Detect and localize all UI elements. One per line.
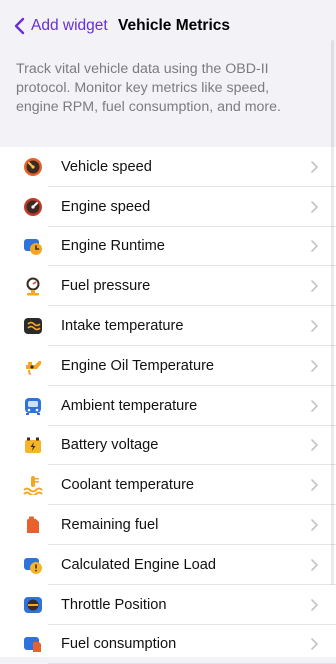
list-item[interactable]: Vehicle speed — [0, 147, 336, 187]
list-item-label: Fuel consumption — [61, 636, 177, 653]
back-button[interactable]: Add widget — [14, 14, 108, 38]
speedometer-icon — [23, 157, 43, 177]
car-thermometer-icon — [23, 396, 43, 416]
coolant-icon — [23, 475, 43, 496]
list-item-label: Fuel pressure — [61, 278, 151, 295]
list-item-label: Coolant temperature — [61, 477, 195, 494]
battery-icon — [23, 435, 43, 455]
chevron-left-icon — [14, 17, 25, 35]
list-item[interactable]: Throttle Position — [0, 585, 336, 625]
chevron-right-icon — [311, 320, 318, 332]
oil-can-icon — [23, 356, 43, 376]
list-item[interactable]: Ambient temperature — [0, 386, 336, 426]
chevron-right-icon — [311, 200, 318, 213]
list-item-label: Battery voltage — [61, 437, 159, 454]
list-item-label: Remaining fuel — [61, 517, 159, 534]
pressure-gauge-icon — [23, 276, 43, 296]
chevron-right-icon — [311, 360, 318, 372]
intake-air-icon — [23, 316, 43, 336]
list-item-label: Vehicle speed — [61, 158, 152, 175]
list-item-label: Throttle Position — [61, 596, 167, 613]
description-text: Track vital vehicle data using the OBD-I… — [16, 61, 281, 115]
chevron-right-icon — [311, 598, 318, 611]
list-item-label: Engine speed — [61, 198, 151, 215]
list-item-label: Ambient temperature — [61, 397, 198, 414]
list-item[interactable]: Calculated Engine Load — [0, 545, 336, 585]
engine-warning-icon — [23, 555, 43, 575]
chevron-right-icon — [311, 559, 318, 571]
list-item-label: Engine Runtime — [61, 238, 165, 255]
list-item[interactable]: Remaining fuel — [0, 505, 336, 545]
chevron-right-icon — [311, 399, 318, 412]
list-item-label: Intake temperature — [61, 318, 184, 335]
list-item[interactable]: Engine Runtime — [0, 227, 336, 267]
chevron-right-icon — [311, 280, 318, 293]
chevron-right-icon — [311, 161, 318, 173]
throttle-icon — [23, 595, 43, 615]
fuel-can-icon — [23, 515, 43, 535]
chevron-right-icon — [311, 240, 318, 253]
fuel-consumption-icon — [23, 634, 43, 654]
list-item[interactable]: Battery voltage — [0, 426, 336, 466]
list-item[interactable]: Engine Oil Temperature — [0, 346, 336, 386]
list-item-label: Engine Oil Temperature — [61, 357, 215, 374]
scrollbar[interactable] — [331, 40, 334, 585]
list-item[interactable]: Coolant temperature — [0, 465, 336, 506]
list-item[interactable]: Engine speed — [0, 187, 336, 227]
engine-clock-icon — [23, 236, 43, 256]
list-item-label: Calculated Engine Load — [61, 556, 216, 573]
navigation-bar: Add widget Vehicle Metrics — [0, 0, 336, 52]
back-label: Add widget — [31, 17, 108, 34]
chevron-right-icon — [311, 479, 318, 492]
chevron-right-icon — [311, 638, 318, 651]
list-item[interactable]: Fuel pressure — [0, 266, 336, 307]
tachometer-icon — [23, 197, 43, 217]
chevron-right-icon — [311, 439, 318, 452]
list-item[interactable]: Fuel consumption — [0, 625, 336, 664]
list-item[interactable]: Intake temperature — [0, 306, 336, 346]
metrics-list: Vehicle speed Engine speed Engine Runtime F… — [0, 147, 336, 664]
page-title: Vehicle Metrics — [118, 17, 231, 34]
chevron-right-icon — [311, 519, 318, 531]
